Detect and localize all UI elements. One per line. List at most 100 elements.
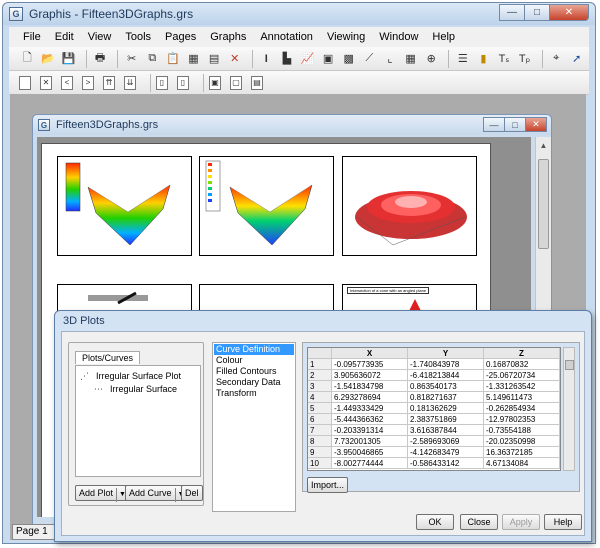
cell-x[interactable]: -1.449333429 (332, 403, 408, 414)
scrollbar-thumb[interactable] (538, 159, 549, 249)
row-index[interactable]: 7 (308, 425, 332, 436)
tree-item-curve[interactable]: ⋯ Irregular Surface (80, 382, 196, 395)
minimize-button[interactable]: — (499, 4, 525, 21)
close-button[interactable]: ✕ (549, 4, 589, 21)
page-prev-icon[interactable]: < (61, 75, 73, 90)
axes-icon[interactable]: ⌞ (382, 50, 399, 67)
grid-scrollbar-thumb[interactable] (565, 360, 574, 370)
option-colour[interactable]: Colour (214, 355, 294, 366)
menu-viewing[interactable]: Viewing (327, 31, 365, 43)
table-icon[interactable]: ▦ (402, 50, 419, 67)
open-folder-icon[interactable]: 📂 (40, 50, 57, 67)
menu-file[interactable]: File (23, 31, 41, 43)
close-dialog-button[interactable]: Close (460, 514, 498, 530)
cell-y[interactable]: -2.589693069 (408, 436, 484, 447)
cut-icon[interactable]: ✂ (123, 50, 140, 67)
font-style-icon[interactable]: Tₚ (516, 50, 533, 67)
highlight-icon[interactable]: ▙ (279, 50, 296, 67)
graph-3d-icon[interactable]: ▩ (340, 50, 357, 67)
cell-z[interactable]: 5.149611473 (484, 392, 560, 403)
import-button[interactable]: Import... (307, 477, 349, 493)
row-index[interactable]: 4 (308, 392, 332, 403)
delete-icon[interactable]: ✕ (226, 50, 243, 67)
menu-tools[interactable]: Tools (125, 31, 151, 43)
cell-x[interactable]: 7.732001305 (332, 436, 408, 447)
cell-y[interactable]: 2.383751869 (408, 414, 484, 425)
cell-z[interactable]: -12.97802353 (484, 414, 560, 425)
cell-x[interactable]: -0.095773935 (332, 359, 408, 370)
add-curve-button[interactable]: Add Curve▼ (125, 485, 189, 502)
globe-icon[interactable]: ⊕ (423, 50, 440, 67)
pointer-icon[interactable]: ⌖ (548, 50, 565, 67)
cell-z[interactable]: -25.06720734 (484, 370, 560, 381)
colour-icon[interactable]: ▮ (475, 50, 492, 67)
doc-close-button[interactable]: ✕ (525, 117, 547, 132)
menu-graphs[interactable]: Graphs (210, 31, 246, 43)
menu-annotation[interactable]: Annotation (260, 31, 313, 43)
apply-button[interactable]: Apply (502, 514, 540, 530)
row-index[interactable]: 8 (308, 436, 332, 447)
menu-pages[interactable]: Pages (165, 31, 196, 43)
text-tool-icon[interactable]: I (258, 50, 275, 67)
header-x[interactable]: X (332, 348, 408, 359)
cell-x[interactable]: 6.293278694 (332, 392, 408, 403)
layout-double-icon[interactable]: ▯ (177, 75, 189, 90)
scroll-up-icon[interactable]: ▲ (536, 137, 551, 153)
layout-full-icon[interactable]: ▢ (230, 75, 242, 90)
cell-y[interactable]: 3.616387844 (408, 425, 484, 436)
page-next-icon[interactable]: > (82, 75, 94, 90)
cell-z[interactable]: -20.02350998 (484, 436, 560, 447)
add-plot-button[interactable]: Add Plot ▼ (75, 485, 130, 502)
list-icon[interactable]: ☰ (454, 50, 471, 67)
cell-z[interactable]: 16.36372185 (484, 447, 560, 458)
tab-plots-curves[interactable]: Plots/Curves (75, 351, 141, 364)
title-bar[interactable]: G Graphis - Fifteen3DGraphs.grs — □ ✕ (3, 3, 595, 25)
cell-y[interactable]: -6.418213844 (408, 370, 484, 381)
ok-button[interactable]: OK (416, 514, 454, 530)
cell-z[interactable]: 0.16870832 (484, 359, 560, 370)
row-index[interactable]: 6 (308, 414, 332, 425)
row-index[interactable]: 3 (308, 381, 332, 392)
layout-single-icon[interactable]: ▯ (156, 75, 168, 90)
print-icon[interactable]: 🖶 (92, 50, 109, 67)
data-grid[interactable]: X Y Z 1 -0.095773935 -1.740843978 0.1687… (307, 347, 561, 471)
cell-y[interactable]: -4.142683479 (408, 447, 484, 458)
doc-maximize-button[interactable]: □ (504, 117, 526, 132)
menu-help[interactable]: Help (432, 31, 455, 43)
header-z[interactable]: Z (484, 348, 560, 359)
plot-tree[interactable]: ⋰ Irregular Surface Plot ⋯ Irregular Sur… (75, 365, 201, 477)
page-x-icon[interactable]: ✕ (40, 75, 52, 90)
delete-button[interactable]: Del (181, 485, 203, 501)
option-filled-contours[interactable]: Filled Contours (214, 366, 294, 377)
cell-y[interactable]: 0.863540173 (408, 381, 484, 392)
tree-item-plot[interactable]: ⋰ Irregular Surface Plot (80, 369, 196, 382)
paste-icon[interactable]: 📋 (165, 50, 182, 67)
arrow-icon[interactable]: ➚ (568, 50, 585, 67)
menu-window[interactable]: Window (379, 31, 418, 43)
graph-wizard-icon[interactable]: 📈 (299, 50, 316, 67)
row-index[interactable]: 2 (308, 370, 332, 381)
font-size-icon[interactable]: Tₛ (496, 50, 513, 67)
cell-y[interactable]: 0.818271637 (408, 392, 484, 403)
options-list[interactable]: Curve Definition Colour Filled Contours … (212, 342, 296, 512)
cell-x[interactable]: -8.002774444 (332, 458, 408, 469)
cell-y[interactable]: 0.181362629 (408, 403, 484, 414)
row-index[interactable]: 5 (308, 403, 332, 414)
option-curve-definition[interactable]: Curve Definition (214, 344, 294, 355)
doc-minimize-button[interactable]: — (483, 117, 505, 132)
row-index[interactable]: 1 (308, 359, 332, 370)
cell-z[interactable]: -1.331263542 (484, 381, 560, 392)
page-down-icon[interactable]: ⇊ (124, 75, 136, 90)
cell-x[interactable]: 3.905636072 (332, 370, 408, 381)
graph-thumbnail-2[interactable] (199, 156, 334, 256)
save-icon[interactable]: 💾 (60, 50, 77, 67)
option-secondary-data[interactable]: Secondary Data (214, 377, 294, 388)
cell-x[interactable]: -5.444366362 (332, 414, 408, 425)
cell-y[interactable]: -0.586433142 (408, 458, 484, 469)
cell-z[interactable]: 4.67134084 (484, 458, 560, 469)
graph-thumbnail-1[interactable] (57, 156, 192, 256)
cell-x[interactable]: -0.203391314 (332, 425, 408, 436)
copy-icon[interactable]: ⧉ (144, 50, 161, 67)
cell-y[interactable]: -1.740843978 (408, 359, 484, 370)
page-icon[interactable] (19, 75, 31, 90)
